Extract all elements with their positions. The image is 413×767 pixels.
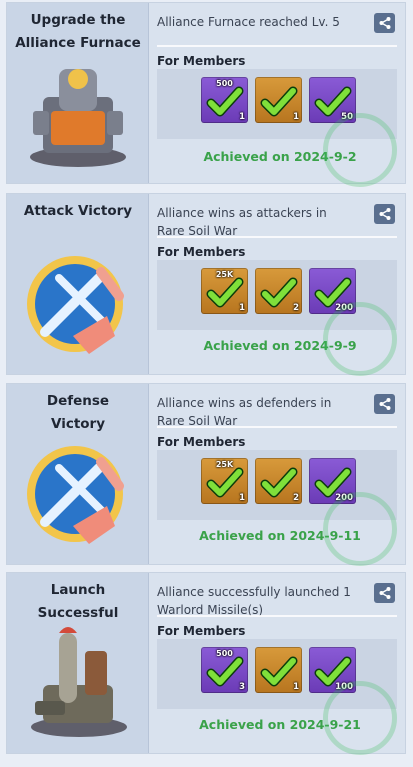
for-members-label: For Members <box>157 245 246 259</box>
achievement-left-panel: Launch Successful <box>7 573 149 753</box>
share-button[interactable] <box>374 204 395 224</box>
achievement-card-2: Attack Victory Alliance wins as attacker… <box>6 193 406 376</box>
completed-stamp-icon <box>323 302 397 376</box>
reward-quantity: 1 <box>293 682 299 692</box>
separator <box>157 615 397 617</box>
completed-stamp-icon <box>323 681 397 755</box>
share-icon <box>379 17 390 29</box>
reward-badge: 25K <box>215 270 234 279</box>
reward-quantity: 3 <box>239 682 245 692</box>
reward-tile[interactable]: 500 1 <box>201 77 248 123</box>
reward-badge: 500 <box>216 79 233 88</box>
achievement-title: Attack Victory <box>13 200 143 223</box>
reward-tile[interactable]: 500 3 <box>201 647 248 693</box>
achievement-title: Defense Victory <box>13 390 143 436</box>
achievement-left-panel: Attack Victory <box>7 194 149 374</box>
reward-tile[interactable]: 1 <box>255 647 302 693</box>
attack-victory-emblem <box>15 244 141 364</box>
warlord-missile-illustration <box>15 623 141 743</box>
alliance-furnace-illustration <box>15 53 141 173</box>
share-button[interactable] <box>374 13 395 33</box>
share-icon <box>379 398 390 410</box>
title-line-2: Victory <box>50 416 106 432</box>
achievement-content: Alliance wins as defenders in Rare Soil … <box>155 384 405 566</box>
title-line-1: Attack Victory <box>23 203 133 219</box>
reward-tile[interactable]: 1 <box>255 77 302 123</box>
achievement-description: Alliance successfully launched 1 Warlord… <box>157 585 351 617</box>
completed-stamp-icon <box>323 492 397 566</box>
reward-tile[interactable]: 2 <box>255 268 302 314</box>
reward-quantity: 1 <box>239 112 245 122</box>
achievement-card-3: Defense Victory Alliance wins as defende… <box>6 383 406 566</box>
separator <box>157 236 397 238</box>
reward-quantity: 2 <box>293 303 299 313</box>
achievement-left-panel: Upgrade the Alliance Furnace <box>7 3 149 183</box>
reward-tile[interactable]: 25K 1 <box>201 458 248 504</box>
title-line-1: Defense <box>46 393 110 409</box>
share-icon <box>379 587 390 599</box>
reward-tile[interactable]: 25K 1 <box>201 268 248 314</box>
reward-quantity: 1 <box>239 493 245 503</box>
achievement-description: Alliance wins as defenders in Rare Soil … <box>157 396 332 428</box>
share-icon <box>379 208 390 220</box>
for-members-label: For Members <box>157 435 246 449</box>
achievement-description: Alliance Furnace reached Lv. 5 <box>157 15 340 29</box>
for-members-label: For Members <box>157 624 246 638</box>
title-line-2: Successful <box>37 605 119 621</box>
title-line-1: Launch <box>50 582 106 598</box>
achievement-description: Alliance wins as attackers in Rare Soil … <box>157 206 327 238</box>
achievement-content: Alliance successfully launched 1 Warlord… <box>155 573 405 755</box>
separator <box>157 426 397 428</box>
defense-victory-emblem <box>15 434 141 554</box>
achievement-left-panel: Defense Victory <box>7 384 149 564</box>
achievement-title: Upgrade the Alliance Furnace <box>13 9 143 55</box>
reward-badge: 500 <box>216 649 233 658</box>
share-button[interactable] <box>374 394 395 414</box>
achievement-card-1: Upgrade the Alliance Furnace Alliance Fu… <box>6 2 406 187</box>
completed-stamp-icon <box>323 113 397 187</box>
achievement-content: Alliance Furnace reached Lv. 5 For Membe… <box>155 3 405 187</box>
achievement-card-4: Launch Successful Alliance successfully … <box>6 572 406 755</box>
title-line-2: Alliance Furnace <box>15 35 141 51</box>
reward-quantity: 2 <box>293 493 299 503</box>
separator <box>157 45 397 47</box>
reward-tile[interactable]: 2 <box>255 458 302 504</box>
share-button[interactable] <box>374 583 395 603</box>
title-line-1: Upgrade the <box>30 12 126 28</box>
reward-quantity: 1 <box>293 112 299 122</box>
reward-badge: 25K <box>215 460 234 469</box>
for-members-label: For Members <box>157 54 246 68</box>
achievement-content: Alliance wins as attackers in Rare Soil … <box>155 194 405 376</box>
reward-quantity: 1 <box>239 303 245 313</box>
achievement-title: Launch Successful <box>13 579 143 625</box>
